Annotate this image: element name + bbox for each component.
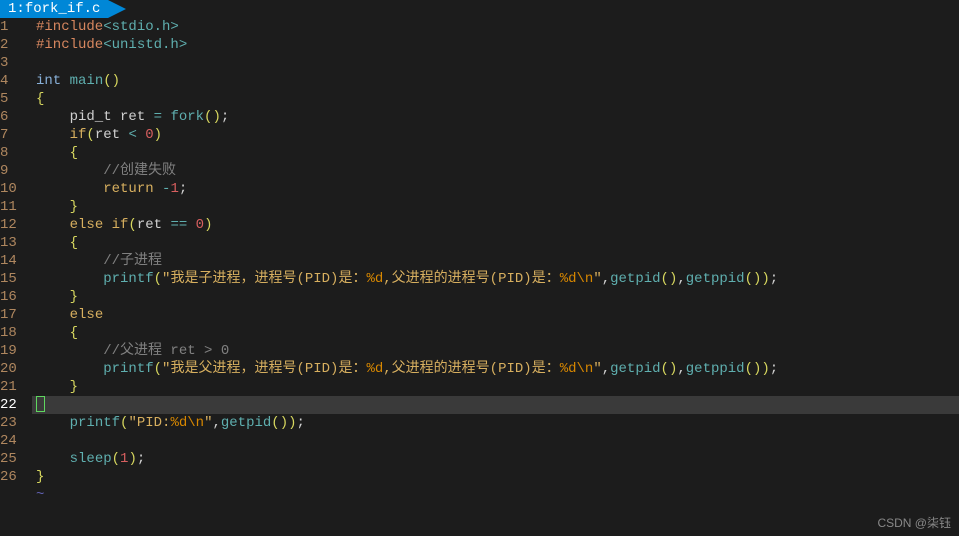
code-line[interactable]: sleep(1); [32, 450, 959, 468]
cursor [36, 396, 45, 412]
code-line[interactable]: printf("我是子进程，进程号(PID)是：%d,父进程的进程号(PID)是… [32, 270, 959, 288]
code-line[interactable]: pid_t ret = fork(); [32, 108, 959, 126]
code-line[interactable]: else if(ret == 0) [32, 216, 959, 234]
line-number-gutter: 1234567891011121314151617181920212223242… [0, 18, 32, 536]
code-line[interactable]: } [32, 288, 959, 306]
code-line[interactable]: //创建失败 [32, 162, 959, 180]
line-number: 14 [0, 252, 26, 270]
line-number: 21 [0, 378, 26, 396]
code-line[interactable]: } [32, 198, 959, 216]
line-number: 1 [0, 18, 26, 36]
code-line[interactable]: printf("我是父进程，进程号(PID)是：%d,父进程的进程号(PID)是… [32, 360, 959, 378]
code-line[interactable]: { [32, 324, 959, 342]
code-line[interactable] [32, 432, 959, 450]
line-number: 3 [0, 54, 26, 72]
code-line[interactable]: #include<stdio.h> [32, 18, 959, 36]
editor[interactable]: 1234567891011121314151617181920212223242… [0, 18, 959, 536]
line-number: 17 [0, 306, 26, 324]
tab-filename: fork_if.c [25, 0, 101, 18]
line-number: 8 [0, 144, 26, 162]
line-number: 19 [0, 342, 26, 360]
line-number: 2 [0, 36, 26, 54]
code-line[interactable]: return -1; [32, 180, 959, 198]
line-number: 24 [0, 432, 26, 450]
code-line[interactable]: int main() [32, 72, 959, 90]
line-number: 9 [0, 162, 26, 180]
empty-line-marker: ~ [32, 486, 959, 504]
code-area[interactable]: #include<stdio.h>#include<unistd.h> int m… [32, 18, 959, 536]
line-number: 12 [0, 216, 26, 234]
line-number: 23 [0, 414, 26, 432]
active-tab[interactable]: 1: fork_if.c [0, 0, 108, 18]
line-number: 5 [0, 90, 26, 108]
tab-bar: 1: fork_if.c [0, 0, 959, 18]
line-number: 22 [0, 396, 26, 414]
code-line[interactable]: if(ret < 0) [32, 126, 959, 144]
code-line[interactable]: printf("PID:%d\n",getpid()); [32, 414, 959, 432]
watermark: CSDN @柒钰 [877, 514, 951, 532]
line-number: 26 [0, 468, 26, 486]
code-line[interactable] [32, 54, 959, 72]
line-number: 13 [0, 234, 26, 252]
code-line[interactable]: } [32, 468, 959, 486]
line-number: 11 [0, 198, 26, 216]
line-number: 20 [0, 360, 26, 378]
line-number: 16 [0, 288, 26, 306]
code-line[interactable]: { [32, 234, 959, 252]
code-line[interactable]: #include<unistd.h> [32, 36, 959, 54]
line-number: 10 [0, 180, 26, 198]
line-number: 25 [0, 450, 26, 468]
code-line[interactable]: //父进程 ret > 0 [32, 342, 959, 360]
code-line[interactable]: else [32, 306, 959, 324]
line-number: 18 [0, 324, 26, 342]
code-line[interactable] [32, 396, 959, 414]
tab-index: 1 [8, 0, 16, 18]
line-number: 15 [0, 270, 26, 288]
code-line[interactable]: { [32, 90, 959, 108]
line-number: 4 [0, 72, 26, 90]
line-number: 7 [0, 126, 26, 144]
line-number: 6 [0, 108, 26, 126]
code-line[interactable]: //子进程 [32, 252, 959, 270]
code-line[interactable]: { [32, 144, 959, 162]
code-line[interactable]: } [32, 378, 959, 396]
